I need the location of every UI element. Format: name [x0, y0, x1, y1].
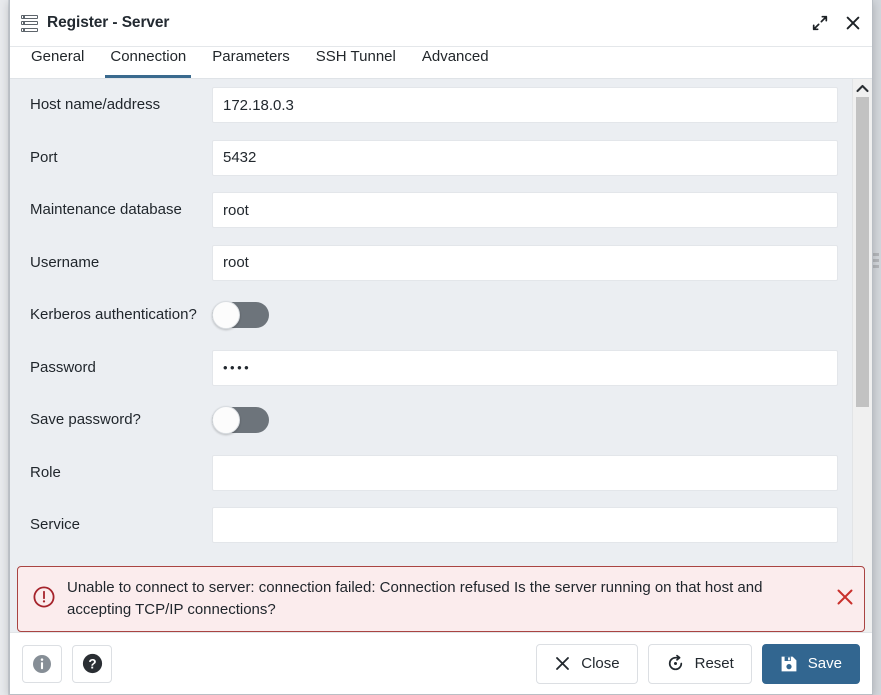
tab-label: Connection: [110, 48, 187, 65]
field-row-maintenance-database: Maintenance database: [10, 184, 852, 237]
server-icon: [21, 14, 38, 32]
error-circle-icon: [32, 585, 56, 614]
scrollbar-track[interactable]: [853, 97, 872, 632]
info-icon: [33, 654, 51, 673]
field-row-kerberos-authentication: Kerberos authentication?: [10, 289, 852, 342]
role-input[interactable]: [212, 454, 838, 491]
tab-label: Advanced: [421, 48, 489, 65]
help-button[interactable]: ?: [72, 644, 112, 683]
tab-label: Parameters: [212, 48, 290, 65]
dialog-tabs: General Connection Parameters SSH Tunnel…: [10, 47, 872, 79]
field-row-service: Service: [10, 499, 852, 552]
dialog-footer: ? Close Reset Save: [10, 632, 872, 694]
tab-advanced[interactable]: Advanced: [409, 47, 502, 78]
save-button[interactable]: Save: [761, 643, 860, 684]
svg-text:?: ?: [88, 656, 96, 671]
service-input[interactable]: [212, 507, 838, 544]
tab-general[interactable]: General: [18, 47, 97, 78]
alert-close-icon[interactable]: [834, 586, 856, 613]
reset-icon: [666, 654, 685, 673]
toggle-knob: [212, 301, 240, 330]
dialog-titlebar: Register - Server: [10, 0, 872, 47]
tab-parameters[interactable]: Parameters: [199, 47, 303, 78]
connection-error-alert: Unable to connect to server: connection …: [17, 566, 865, 632]
help-icon: ?: [82, 653, 102, 674]
field-label: Kerberos authentication?: [30, 306, 197, 324]
chevron-up-icon: [856, 84, 869, 92]
error-message: Unable to connect to server: connection …: [67, 579, 763, 618]
field-label: Password: [30, 358, 96, 376]
save-password-toggle[interactable]: [212, 406, 269, 435]
host-name-address-input[interactable]: [212, 87, 838, 124]
field-label: Maintenance database: [30, 201, 182, 219]
port-input[interactable]: [212, 139, 838, 176]
close-button-label: Close: [581, 655, 620, 672]
scroll-up-button[interactable]: [853, 79, 872, 97]
toggle-knob: [212, 406, 240, 435]
field-label: Save password?: [30, 411, 141, 429]
dialog-title: Register - Server: [47, 14, 170, 31]
tab-label: SSH Tunnel: [315, 48, 396, 65]
username-input[interactable]: [212, 244, 838, 281]
field-row-port: Port: [10, 132, 852, 185]
field-label: Role: [30, 463, 61, 481]
info-button[interactable]: [22, 644, 62, 683]
field-row-save-password: Save password?: [10, 394, 852, 447]
kerberos-authentication-toggle[interactable]: [212, 301, 269, 330]
connection-form: Host name/address Port Maintenance datab…: [10, 79, 852, 632]
save-icon: [780, 655, 798, 673]
background-left-strip: [0, 0, 9, 695]
scrollbar-thumb[interactable]: [856, 97, 869, 407]
save-button-label: Save: [807, 655, 842, 672]
field-label: Username: [30, 253, 100, 271]
field-label: Port: [30, 148, 58, 166]
reset-button[interactable]: Reset: [647, 643, 752, 684]
tab-connection[interactable]: Connection: [97, 47, 199, 78]
maintenance-database-input[interactable]: [212, 192, 838, 229]
field-row-password: Password: [10, 342, 852, 395]
tab-label: General: [31, 48, 85, 65]
dialog-body: Host name/address Port Maintenance datab…: [10, 79, 872, 632]
reset-button-label: Reset: [694, 655, 734, 672]
expand-icon[interactable]: [811, 14, 829, 32]
form-scrollbar[interactable]: [852, 79, 872, 632]
field-label: Host name/address: [30, 96, 161, 114]
tab-ssh-tunnel[interactable]: SSH Tunnel: [303, 47, 409, 78]
field-row-role: Role: [10, 447, 852, 500]
close-button[interactable]: Close: [536, 643, 638, 684]
close-icon: [554, 655, 571, 672]
register-server-dialog: Register - Server General Connection Par…: [9, 0, 873, 695]
field-row-host-name-address: Host name/address: [10, 79, 852, 132]
password-input[interactable]: [212, 349, 838, 386]
close-icon[interactable]: [844, 14, 862, 32]
field-row-username: Username: [10, 237, 852, 290]
field-label: Service: [30, 516, 81, 534]
